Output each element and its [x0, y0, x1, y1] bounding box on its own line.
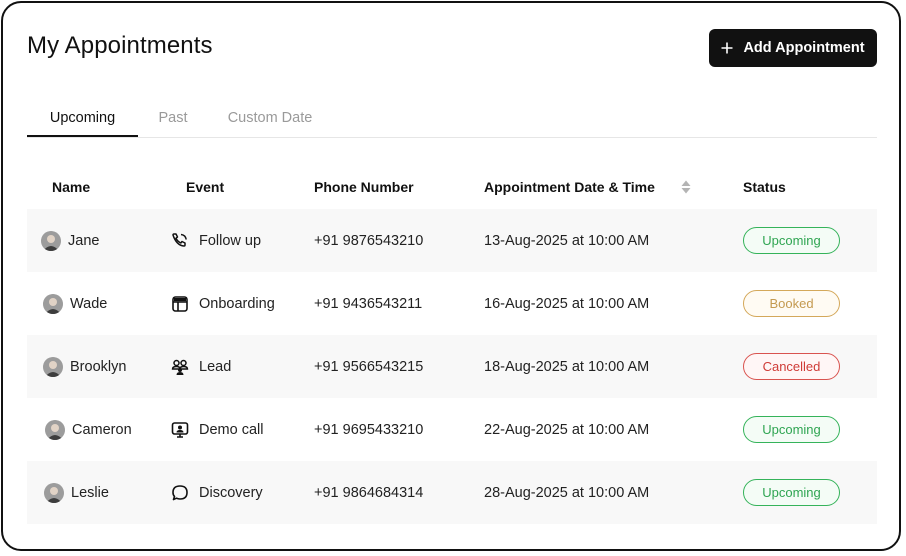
- status-badge: Booked: [743, 290, 840, 317]
- tab-past[interactable]: Past: [147, 101, 199, 137]
- table-row[interactable]: Jane Follow up +91 9876543210 13-Aug-202…: [27, 209, 877, 272]
- column-header-name: Name: [52, 179, 91, 195]
- follow-up-icon: [172, 232, 187, 247]
- row-datetime: 16-Aug-2025 at 10:00 AM: [484, 295, 650, 312]
- lead-icon: [171, 359, 189, 375]
- row-datetime: 28-Aug-2025 at 10:00 AM: [484, 484, 650, 501]
- avatar: [43, 293, 63, 314]
- tab-upcoming[interactable]: Upcoming: [27, 101, 138, 137]
- avatar: [44, 482, 64, 503]
- row-phone: +91 9876543210: [314, 232, 424, 249]
- row-name: Cameron: [72, 421, 132, 438]
- row-event: Follow up: [199, 232, 262, 249]
- row-phone: +91 9436543211: [314, 295, 423, 312]
- column-header-phone: Phone Number: [314, 179, 414, 195]
- row-datetime: 22-Aug-2025 at 10:00 AM: [484, 421, 650, 438]
- column-header-event: Event: [186, 179, 225, 195]
- sort-icon[interactable]: [681, 180, 691, 194]
- discovery-icon: [172, 484, 188, 500]
- row-phone: +91 9695433210: [314, 421, 424, 438]
- avatar: [41, 230, 61, 251]
- plus-icon: [721, 42, 733, 54]
- table-header: Name Event Phone Number Appointment Date…: [27, 171, 877, 205]
- row-name: Wade: [70, 295, 108, 312]
- appointments-card: My Appointments Add Appointment Upcoming…: [1, 1, 901, 551]
- row-event: Onboarding: [199, 295, 275, 312]
- row-event: Discovery: [199, 484, 263, 501]
- add-appointment-label: Add Appointment: [743, 40, 865, 56]
- row-event: Demo call: [199, 421, 264, 438]
- tab-custom-date[interactable]: Custom Date: [225, 101, 315, 137]
- status-badge: Upcoming: [743, 479, 840, 506]
- column-header-datetime[interactable]: Appointment Date & Time: [484, 179, 655, 195]
- add-appointment-button[interactable]: Add Appointment: [709, 29, 877, 67]
- page-title: My Appointments: [27, 32, 213, 59]
- avatar: [45, 419, 65, 440]
- table-row[interactable]: Cameron Demo call +91 9695433210 22-Aug-…: [27, 398, 877, 461]
- row-event: Lead: [199, 358, 232, 375]
- demo-call-icon: [171, 421, 189, 438]
- row-name: Leslie: [71, 484, 109, 501]
- status-badge: Upcoming: [743, 416, 840, 443]
- row-name: Jane: [68, 232, 100, 249]
- row-datetime: 13-Aug-2025 at 10:00 AM: [484, 232, 650, 249]
- row-datetime: 18-Aug-2025 at 10:00 AM: [484, 358, 650, 375]
- tab-bar: Upcoming Past Custom Date: [27, 101, 877, 138]
- avatar: [43, 356, 63, 377]
- table-row[interactable]: Wade Onboarding +91 9436543211 16-Aug-20…: [27, 272, 877, 335]
- column-header-status: Status: [743, 179, 786, 195]
- row-phone: +91 9864684314: [314, 484, 424, 501]
- status-badge: Cancelled: [743, 353, 840, 380]
- onboarding-icon: [172, 295, 188, 312]
- row-name: Brooklyn: [70, 358, 127, 375]
- table-row[interactable]: Leslie Discovery +91 9864684314 28-Aug-2…: [27, 461, 877, 524]
- status-badge: Upcoming: [743, 227, 840, 254]
- row-phone: +91 9566543215: [314, 358, 424, 375]
- table-row[interactable]: Brooklyn Lead +91 9566543215 18-Aug-2025…: [27, 335, 877, 398]
